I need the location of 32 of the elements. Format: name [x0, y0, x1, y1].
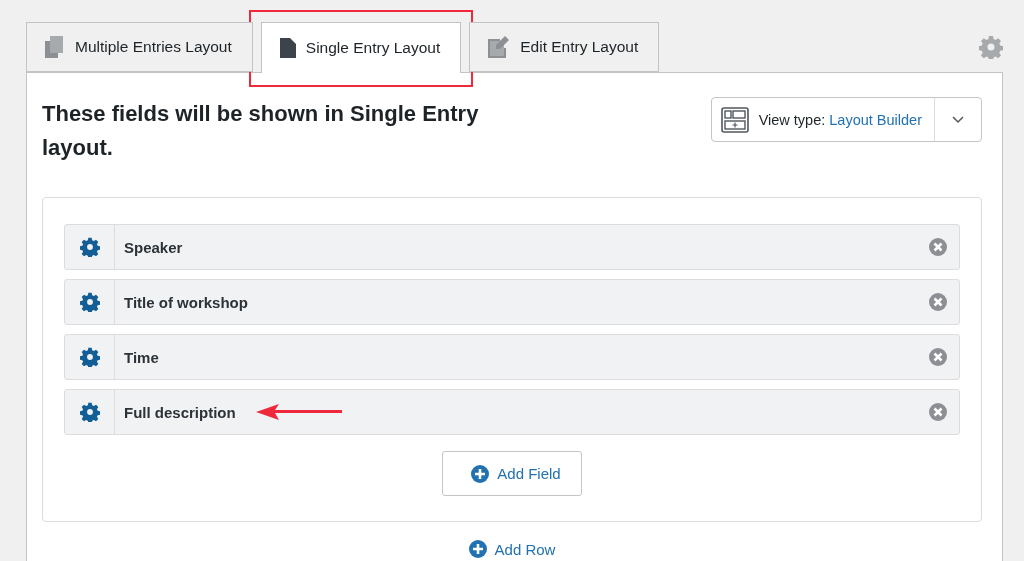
field-row[interactable]: Speaker	[64, 224, 960, 270]
tab[interactable]: Multiple Entries Layout	[26, 22, 253, 72]
add-field-button[interactable]: Add Field	[442, 451, 582, 496]
tab[interactable]: Edit Entry Layout	[469, 22, 660, 72]
settings-icon	[79, 237, 100, 257]
remove-icon[interactable]	[929, 403, 947, 421]
settings-icon	[79, 347, 100, 367]
field-row[interactable]: Title of workshop	[64, 279, 960, 325]
settings-icon	[979, 35, 1003, 59]
field-label: Title of workshop	[124, 293, 248, 311]
view-type-selector[interactable]: View type: Layout Builder	[710, 97, 982, 142]
field-label: Full description	[124, 403, 236, 421]
remove-icon[interactable]	[929, 238, 947, 256]
remove-icon[interactable]	[929, 293, 947, 311]
chevron-down-icon	[952, 115, 964, 124]
layout-icon	[720, 106, 749, 133]
settings-icon	[79, 402, 100, 422]
section-heading: These fields will be shown in Single Entry layout.	[42, 100, 480, 162]
plus-circle-icon	[471, 464, 490, 483]
view-type-label: View type: Layout Builder	[758, 111, 922, 128]
tab[interactable]: Single Entry Layout	[260, 22, 462, 73]
documents-icon	[45, 36, 65, 58]
remove-icon[interactable]	[929, 348, 947, 366]
plus-circle-icon	[468, 540, 487, 558]
document-icon	[279, 38, 296, 58]
field-row[interactable]: Time	[64, 334, 960, 380]
settings-icon	[79, 292, 100, 312]
add-row-button[interactable]: Add Row	[468, 539, 556, 559]
edit-document-icon	[488, 36, 511, 58]
field-row[interactable]: Full description	[64, 389, 960, 435]
field-label: Speaker	[124, 238, 183, 256]
field-label: Time	[124, 348, 159, 366]
